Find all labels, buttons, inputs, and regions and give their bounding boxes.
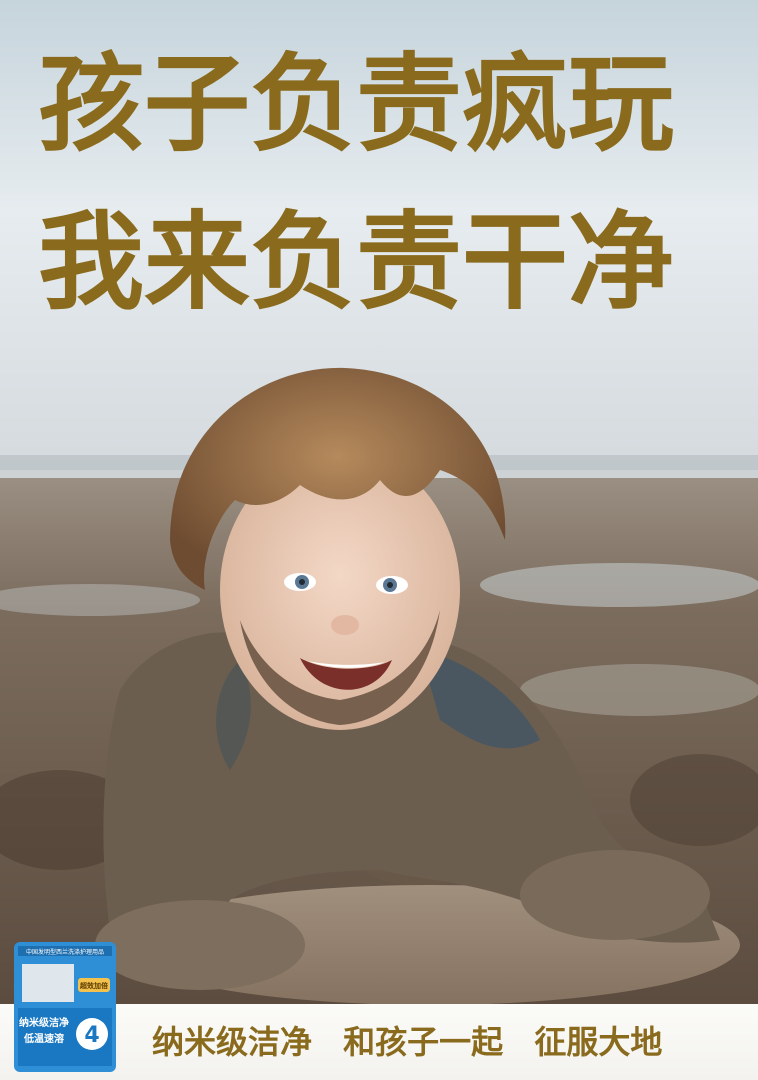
slogan: 纳米级洁净 和孩子一起 征服大地: [152, 1022, 752, 1062]
pack-badge-text: 超效加倍: [80, 981, 108, 990]
pack-banner-text: 中国发明型西兰洗涤护理用品: [26, 948, 104, 956]
slogan-part-3: 征服大地: [534, 1023, 663, 1061]
pack-main-text-2: 低温速溶: [23, 1032, 64, 1045]
headline-line-1: 孩子负责疯玩: [38, 43, 674, 166]
pack-main-text-1: 纳米级洁净: [19, 1016, 69, 1029]
poster: 孩子负责疯玩 我来负责干净 纳米级洁净 和孩子一起 征服大地 中国发明型西兰洗涤…: [0, 0, 758, 1080]
detergent-pack: 中国发明型西兰洗涤护理用品 超效加倍 纳米级洁净 低温速溶 4: [14, 942, 116, 1072]
headline-line-2: 我来负责干净: [38, 201, 674, 324]
pack-number: 4: [84, 1023, 99, 1048]
slogan-part-1: 纳米级洁净: [152, 1023, 313, 1061]
slogan-part-2: 和孩子一起: [343, 1023, 504, 1061]
